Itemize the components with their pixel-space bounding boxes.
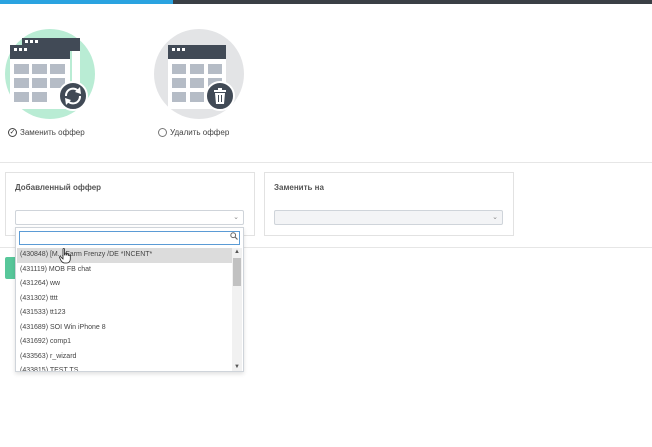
replace-with-select[interactable]: ⌄ — [274, 210, 503, 225]
section-divider — [0, 162, 652, 163]
delete-offer-illustration[interactable] — [154, 29, 244, 119]
delete-offer-radio[interactable]: Удалить оффер — [158, 128, 229, 137]
dropdown-search-input[interactable] — [19, 231, 240, 245]
hand-cursor-icon — [59, 248, 71, 269]
added-offer-select[interactable]: ⌄ — [15, 210, 244, 225]
top-progress-bar — [0, 0, 652, 4]
dropdown-option[interactable]: (431692) comp1 — [17, 335, 232, 350]
scroll-thumb[interactable] — [233, 258, 241, 286]
replace-with-title: Заменить на — [274, 183, 324, 192]
scroll-up-icon[interactable]: ▲ — [232, 248, 242, 256]
replace-offer-option[interactable] — [5, 29, 95, 119]
dropdown-options-list: (430848) [M... Farm Frenzy /DE *INCENT*(… — [17, 248, 232, 371]
delete-offer-label: Удалить оффер — [170, 128, 230, 137]
dropdown-option[interactable]: (431264) ww — [17, 277, 232, 292]
grid-refresh-icon — [10, 38, 88, 111]
radio-unchecked-icon — [158, 128, 167, 137]
replace-offer-illustration[interactable] — [5, 29, 95, 119]
dropdown-option[interactable]: (433815) TEST TS — [17, 364, 232, 371]
offer-dropdown: (430848) [M... Farm Frenzy /DE *INCENT*(… — [15, 227, 244, 372]
replace-with-panel: Заменить на ⌄ — [264, 172, 514, 236]
search-icon — [230, 232, 238, 242]
dropdown-option[interactable]: (433563) r_wizard — [17, 350, 232, 365]
radio-checked-icon: ✓ — [8, 128, 17, 137]
grid-trash-icon — [168, 45, 235, 111]
added-offer-title: Добавленный оффер — [15, 183, 102, 192]
chevron-down-icon: ⌄ — [233, 214, 239, 221]
delete-offer-option[interactable] — [154, 29, 244, 119]
dropdown-option[interactable]: (431533) tt123 — [17, 306, 232, 321]
scroll-down-icon[interactable]: ▼ — [232, 363, 242, 371]
dropdown-option[interactable]: (431302) tttt — [17, 292, 232, 307]
progress-fill — [0, 0, 173, 4]
dropdown-scrollbar[interactable]: ▲ ▼ — [232, 248, 242, 371]
replace-offer-label: Заменить оффер — [20, 128, 85, 137]
dropdown-option[interactable]: (431689) SOI Win iPhone 8 — [17, 321, 232, 336]
dropdown-option[interactable]: (431119) MOB FB chat — [17, 263, 232, 278]
dropdown-option[interactable]: (430848) [M... Farm Frenzy /DE *INCENT* — [17, 248, 232, 263]
replace-offer-radio[interactable]: ✓ Заменить оффер — [8, 128, 85, 137]
chevron-down-icon: ⌄ — [492, 214, 498, 221]
